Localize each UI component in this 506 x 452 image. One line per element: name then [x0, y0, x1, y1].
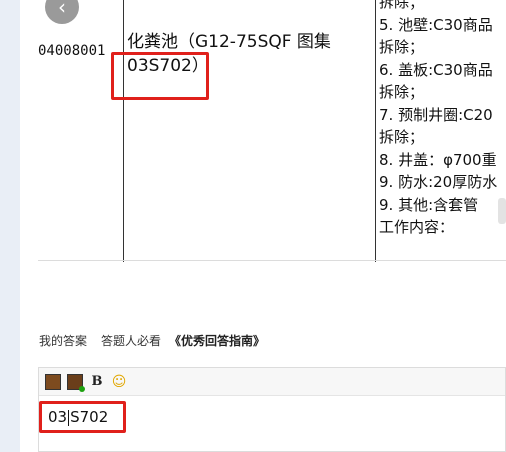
item-name-line: 化粪池（G12-75SQF 图集 — [127, 32, 331, 52]
upload-image-icon[interactable] — [67, 373, 85, 392]
section-divider — [38, 260, 506, 261]
desc-line: 拆除； — [379, 38, 425, 56]
desc-line: 拆除； — [379, 0, 425, 11]
insert-image-icon[interactable] — [45, 373, 61, 390]
guide-link[interactable]: 《优秀回答指南》 — [169, 332, 265, 349]
tab-must-read[interactable]: 答题人必看 — [101, 332, 161, 349]
table-divider-1 — [123, 0, 124, 262]
highlight-box-source — [111, 52, 209, 100]
emoji-icon[interactable]: ☺ — [111, 374, 127, 390]
desc-line: 拆除； — [379, 83, 425, 101]
desc-line: 工作内容： — [379, 218, 455, 236]
editor-toolbar: B ☺ — [39, 368, 505, 396]
table-divider-2 — [375, 0, 376, 262]
desc-line: 7. 预制井圈:C20 — [379, 105, 493, 124]
answer-header: 我的答案 答题人必看 《优秀回答指南》 — [39, 332, 265, 349]
scrollbar-thumb[interactable] — [498, 198, 506, 224]
desc-line: 9. 防水:20厚防水 — [379, 173, 498, 191]
chevron-left-icon: ‹ — [58, 0, 66, 19]
item-code: 04008001 — [38, 43, 106, 59]
desc-line: 5. 池壁:C30商品 — [379, 15, 493, 34]
highlight-box-answer — [39, 401, 126, 433]
desc-line: 6. 盖板:C30商品 — [379, 60, 493, 79]
tab-my-answer[interactable]: 我的答案 — [39, 332, 87, 349]
desc-line: 8. 井盖：φ700重 — [379, 150, 497, 169]
desc-line: 9. 其他:含套管 — [379, 195, 479, 214]
item-description: 拆除； 5. 池壁:C30商品 拆除； 6. 盖板:C30商品 拆除； 7. 预… — [379, 0, 506, 239]
desc-line: 拆除； — [379, 128, 425, 146]
bold-button[interactable]: B — [89, 374, 105, 390]
left-rail — [0, 0, 20, 452]
